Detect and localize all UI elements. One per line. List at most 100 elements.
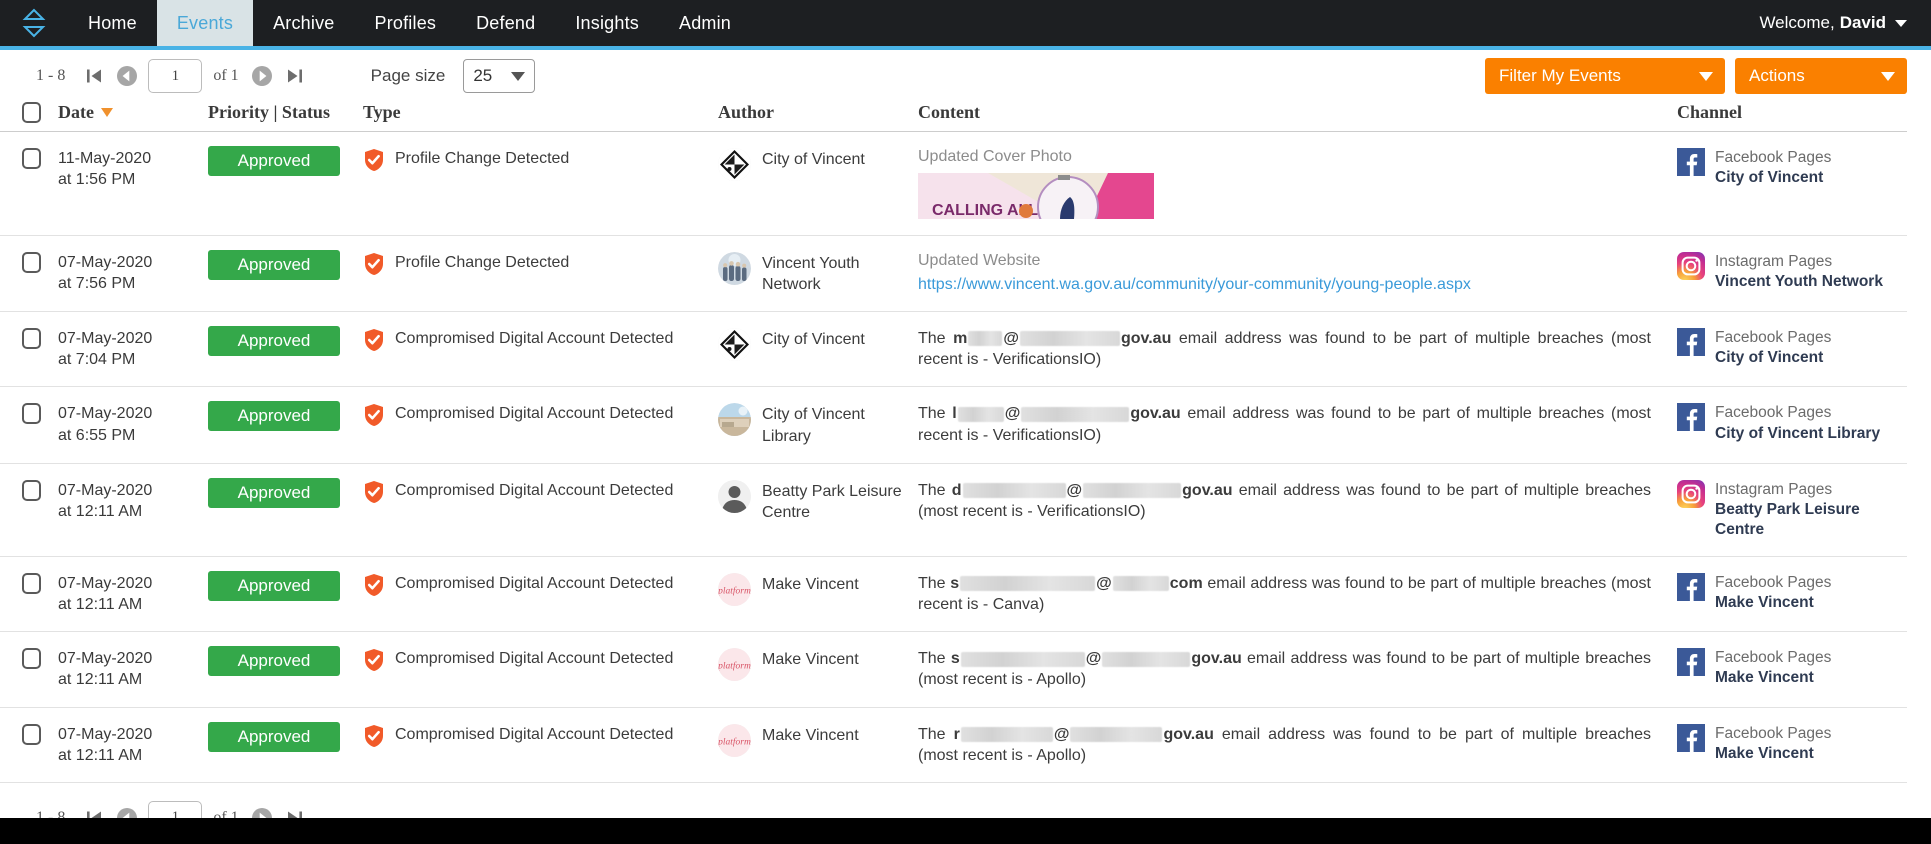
status-badge[interactable]: Approved (208, 646, 340, 677)
user-menu[interactable]: Welcome, David (1759, 0, 1931, 46)
row-select-checkbox[interactable] (22, 723, 41, 745)
cell-author: City of Vincent (718, 328, 918, 362)
nav-item-defend[interactable]: Defend (456, 0, 555, 46)
status-badge[interactable]: Approved (208, 326, 340, 357)
column-header-author[interactable]: Author (718, 102, 918, 123)
select-all-checkbox[interactable] (22, 102, 41, 123)
column-header-channel[interactable]: Channel (1677, 102, 1907, 123)
cell-type: Compromised Digital Account Detected (363, 480, 718, 509)
row-select-checkbox[interactable] (22, 148, 41, 169)
author-name[interactable]: Make Vincent (762, 573, 859, 595)
table-row[interactable]: 11-May-2020 at 1:56 PM Approved Profile Cha… (0, 132, 1907, 236)
redacted-text (968, 331, 1003, 347)
cell-author: platform Make Vincent (718, 573, 918, 607)
chevron-down-icon (1881, 71, 1895, 81)
channel-name: Vincent Youth Network (1715, 273, 1883, 291)
status-badge[interactable]: Approved (208, 401, 340, 432)
content-website-link[interactable]: https://www.vincent.wa.gov.au/community/… (918, 276, 1651, 294)
row-select-checkbox[interactable] (22, 573, 41, 595)
status-badge[interactable]: Approved (208, 146, 340, 176)
status-badge[interactable]: Approved (208, 721, 340, 752)
content-breach-text: The m @ gov.au email address was found to … (918, 330, 1652, 369)
event-time: at 12:11 AM (58, 746, 143, 764)
nav-label-profiles: Profiles (374, 12, 437, 33)
cover-photo-thumbnail[interactable]: CALLING ALL (918, 173, 1154, 219)
nav-item-events[interactable]: Events (156, 0, 254, 46)
row-select-checkbox[interactable] (22, 648, 41, 670)
updown-chevrons-logo[interactable] (0, 0, 68, 46)
nav-item-insights[interactable]: Insights (555, 0, 659, 46)
author-name[interactable]: City of Vincent (762, 328, 865, 350)
cell-date: 07-May-2020 at 12:11 AM (58, 480, 208, 522)
author-name[interactable]: Vincent Youth Network (762, 252, 918, 295)
status-badge[interactable]: Approved (208, 477, 340, 508)
channel-type: Facebook Pages (1715, 404, 1832, 422)
channel-name: Make Vincent (1715, 744, 1814, 762)
table-row[interactable]: 07-May-2020 at 12:11 AM Approved Compromise… (0, 708, 1907, 783)
event-time: at 12:11 AM (58, 502, 143, 520)
content-breach-text: The l @ gov.au email address was found to … (918, 405, 1651, 444)
first-page-icon[interactable] (82, 64, 106, 88)
facebook-icon (1677, 403, 1705, 432)
channel-text: Facebook Pages City of Vincent (1715, 148, 1831, 188)
shield-check-icon (363, 573, 385, 602)
table-row[interactable]: 07-May-2020 at 7:04 PM Approved Compromised… (0, 312, 1907, 388)
nav-item-home[interactable]: Home (68, 0, 157, 46)
nav-item-admin[interactable]: Admin (659, 0, 751, 46)
content-label: Updated Website (918, 252, 1041, 269)
cell-channel: Instagram Pages Beatty Park Leisure Centr… (1677, 479, 1907, 540)
row-select-checkbox[interactable] (22, 479, 41, 501)
channel-type: Facebook Pages (1715, 329, 1832, 347)
author-name[interactable]: Beatty Park Leisure Centre (762, 480, 918, 523)
cell-status: Approved (208, 401, 363, 432)
row-select-checkbox[interactable] (22, 252, 41, 273)
welcome-prefix: Welcome, (1759, 13, 1835, 32)
last-page-icon[interactable] (283, 64, 307, 88)
cell-content: The s @ gov.au email address was found to … (918, 648, 1677, 690)
svg-text:platform: platform (718, 661, 751, 672)
cell-content: The m @ gov.au email address was found to … (918, 328, 1677, 370)
redacted-text (1070, 726, 1163, 742)
row-select-checkbox[interactable] (22, 328, 41, 350)
author-name[interactable]: Make Vincent (762, 648, 859, 670)
page-size-value: 25 (473, 66, 493, 85)
author-name[interactable]: City of Vincent Library (762, 403, 918, 446)
table-row[interactable]: 07-May-2020 at 6:55 PM Approved Compromised… (0, 387, 1907, 464)
cell-author: Vincent Youth Network (718, 252, 918, 295)
welcome-username: David (1839, 13, 1886, 32)
avatar (718, 479, 751, 513)
column-header-priority-status[interactable]: Priority | Status (208, 102, 363, 123)
nav-label-admin: Admin (679, 12, 732, 33)
table-row[interactable]: 07-May-2020 at 12:11 AM Approved Compromise… (0, 464, 1907, 558)
column-header-type[interactable]: Type (363, 102, 718, 123)
chevron-down-icon (511, 71, 526, 81)
filter-my-events-button[interactable]: Filter My Events (1485, 58, 1725, 94)
table-row[interactable]: 07-May-2020 at 12:11 AM Approved Compromise… (0, 557, 1907, 633)
column-header-content[interactable]: Content (918, 102, 1677, 123)
filter-my-events-label: Filter My Events (1499, 66, 1621, 85)
cell-status: Approved (208, 477, 363, 508)
event-date: 07-May-2020 (58, 254, 153, 271)
shield-check-icon (363, 724, 385, 753)
nav-item-archive[interactable]: Archive (253, 0, 354, 46)
table-row[interactable]: 07-May-2020 at 12:11 AM Approved Compromise… (0, 632, 1907, 708)
cell-date: 11-May-2020 at 1:56 PM (58, 148, 208, 190)
author-name[interactable]: City of Vincent (762, 148, 865, 170)
status-badge[interactable]: Approved (208, 571, 340, 602)
column-header-date[interactable]: Date (58, 102, 208, 123)
author-name[interactable]: Make Vincent (762, 724, 859, 746)
event-time: at 7:04 PM (58, 351, 136, 369)
previous-page-icon[interactable] (115, 64, 139, 88)
nav-item-profiles[interactable]: Profiles (354, 0, 456, 46)
page-size-select[interactable]: 25 (463, 59, 536, 93)
row-select-checkbox[interactable] (22, 403, 41, 425)
channel-text: Facebook Pages City of Vincent (1715, 328, 1831, 368)
status-badge[interactable]: Approved (208, 250, 340, 280)
cell-type: Compromised Digital Account Detected (363, 573, 718, 602)
instagram-icon (1677, 252, 1705, 280)
cell-date: 07-May-2020 at 12:11 AM (58, 648, 208, 690)
page-number-input[interactable] (148, 59, 203, 93)
table-row[interactable]: 07-May-2020 at 7:56 PM Approved Profile Cha… (0, 236, 1907, 313)
actions-button[interactable]: Actions (1735, 58, 1907, 94)
next-page-icon[interactable] (250, 64, 274, 88)
